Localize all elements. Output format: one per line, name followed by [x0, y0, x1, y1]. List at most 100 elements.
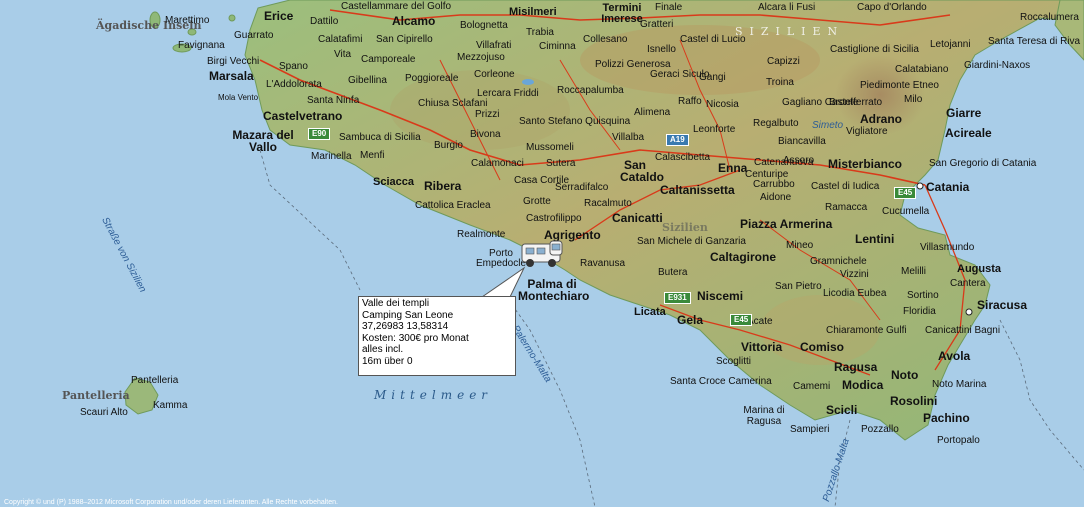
place-label: Castel di Lucio	[680, 34, 746, 45]
city-label: Lentini	[855, 232, 895, 246]
place-label: Piedimonte Etneo	[860, 80, 939, 91]
place-label: Biancavilla	[778, 136, 826, 147]
map-view[interactable]: Ägadische Inseln Pantelleria SIZILIEN Mi…	[0, 0, 1084, 507]
place-label: Raffo	[678, 96, 702, 107]
city-label: Castelvetrano	[263, 109, 343, 123]
place-label: Milo	[904, 94, 923, 105]
place-label: Gibellina	[348, 75, 387, 86]
inland-sizilien-label: Sizilien	[662, 221, 708, 234]
place-label: Nicosia	[706, 99, 739, 110]
place-label: Dattilo	[310, 16, 339, 27]
city-label: Sciacca	[373, 176, 414, 188]
place-label: Chiusa Sclafani	[418, 98, 488, 109]
place-label: Cucumella	[882, 206, 930, 217]
place-label: Collesano	[583, 34, 628, 45]
place-label: Scoglitti	[716, 356, 752, 367]
city-label: Comiso	[800, 340, 845, 354]
place-label: Calascibetta	[655, 152, 711, 163]
place-label: Regalbuto	[753, 118, 799, 129]
place-label: Bronte	[829, 97, 859, 108]
city-label: Mazara del Vallo	[232, 128, 294, 154]
place-label: Ribera	[424, 179, 462, 193]
infobox-title: Valle dei templi	[362, 298, 430, 309]
place-label: Mineo	[786, 240, 814, 251]
place-label: Mola Vento	[218, 93, 259, 102]
place-label: Capo d'Orlando	[857, 2, 927, 13]
place-label: Pozzallo	[861, 424, 899, 435]
place-label: Castellammare del Golfo	[341, 1, 452, 12]
place-label: Chiaramonte Gulfi	[826, 325, 907, 336]
place-label: Pantelleria	[131, 375, 179, 386]
place-label: Giardini-Naxos	[964, 60, 1031, 71]
place-label: Kamma	[153, 400, 188, 411]
place-label: Roccalumera	[1020, 12, 1079, 23]
place-label: Vizzini	[840, 269, 869, 280]
place-label: L'Addolorata	[266, 79, 322, 90]
copyright-notice: Copyright © und (P) 1988–2012 Microsoft …	[4, 499, 338, 506]
place-label: Grotte	[523, 196, 551, 207]
place-label: Troina	[766, 77, 794, 88]
city-label: Gela	[677, 313, 704, 327]
city-label: Siracusa	[977, 298, 1028, 312]
place-label: Licodia Eubea	[823, 288, 887, 299]
place-label: Bolognetta	[460, 20, 508, 31]
place-label: San Pietro	[775, 281, 822, 292]
location-infobox[interactable]: Valle dei templi Camping San Leone 37,26…	[358, 296, 516, 376]
place-label: Favignana	[178, 40, 225, 51]
place-label: Cantera	[950, 278, 986, 289]
place-label: Sampieri	[790, 424, 830, 435]
place-label: Calamonaci	[471, 158, 524, 169]
place-label: Letojanni	[930, 39, 971, 50]
city-label: Niscemi	[697, 289, 744, 303]
place-label: Realmonte	[457, 229, 506, 240]
city-label: Enna	[718, 161, 748, 175]
place-label: Bivona	[470, 129, 501, 140]
callout-pointer	[480, 266, 526, 298]
place-label: Isnello	[647, 44, 676, 55]
place-label: Gratteri	[640, 19, 674, 30]
place-label: Burgio	[434, 140, 463, 151]
city-label: Marsala	[209, 69, 254, 83]
place-label: Canicattini Bagni	[925, 325, 1001, 336]
place-label: Lercara Friddi	[477, 88, 539, 99]
place-label: Carrubbo	[753, 179, 795, 190]
city-label: Alcamo	[392, 14, 436, 28]
place-label: Villasmundo	[920, 242, 975, 253]
region-pantelleria-label: Pantelleria	[62, 389, 130, 402]
place-label: Corleone	[474, 69, 515, 80]
river-simeto-label: Simeto	[812, 120, 844, 131]
place-label: Castiglione di Sicilia	[830, 44, 919, 55]
island-small	[228, 14, 236, 22]
place-label: Portopalo	[937, 435, 980, 446]
sea-label: Mittelmeer	[374, 388, 493, 402]
city-label: Erice	[264, 9, 294, 23]
city-label: Piazza Armerina	[740, 217, 833, 231]
place-label: Calatabiano	[895, 64, 949, 75]
place-label: Capizzi	[767, 56, 800, 67]
place-label: San Gregorio di Catania	[929, 158, 1037, 169]
place-label: Calatafimi	[318, 34, 363, 45]
place-label: Villafrati	[476, 40, 512, 51]
place-label: Marettimo	[165, 15, 210, 26]
place-label: Santa Croce Camerina	[670, 376, 772, 387]
place-label: Mezzojuso	[457, 52, 505, 63]
place-label: Licata	[634, 306, 666, 318]
place-label: Augusta	[957, 263, 1001, 275]
road-shield-a19: A19	[666, 134, 689, 146]
place-label: Scauri Alto	[80, 407, 128, 418]
road-shield-e45-south: E45	[730, 314, 753, 326]
infobox-line: Camping San Leone	[362, 309, 454, 321]
city-label: San Cataldo	[620, 158, 665, 184]
place-label: Sambuca di Sicilia	[339, 132, 421, 143]
city-label: Caltagirone	[710, 250, 777, 264]
city-label: Caltanissetta	[660, 183, 735, 197]
city-label: Catania	[926, 180, 970, 194]
city-label: Modica	[842, 378, 884, 392]
city-label: Termini Imerese	[601, 2, 643, 25]
place-label: Guarrato	[234, 30, 274, 41]
place-label: Sortino	[907, 290, 939, 301]
place-label: Melilli	[901, 266, 926, 277]
infobox-line: alles incl.	[362, 344, 404, 355]
place-label: Gangi	[699, 72, 726, 83]
city-label: Rosolini	[890, 394, 938, 408]
